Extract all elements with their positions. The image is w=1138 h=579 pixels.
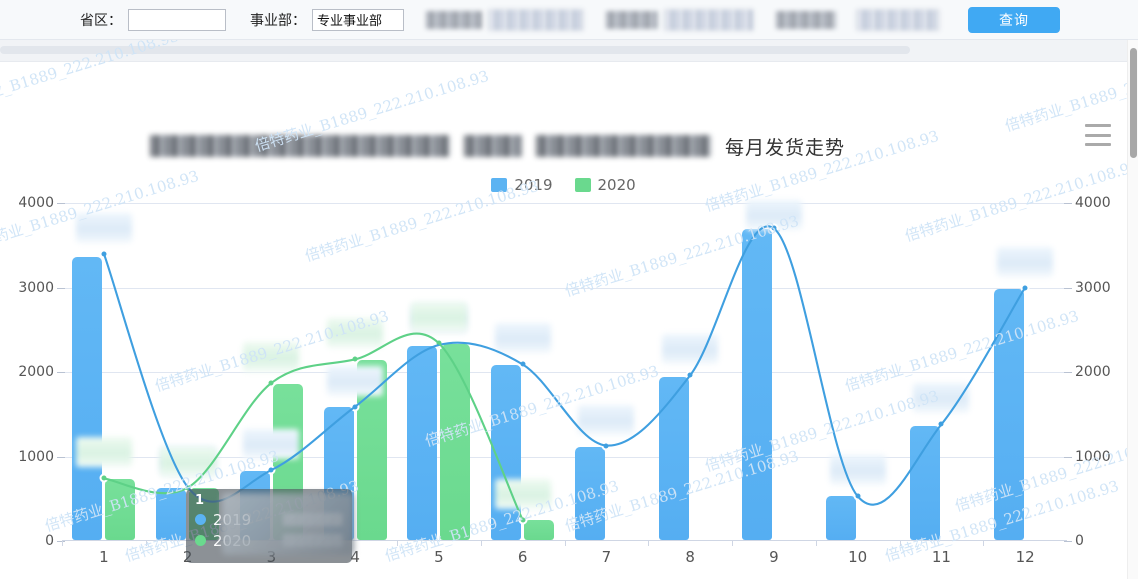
redacted-field-group-3 [776,10,836,29]
legend-label-2020: 2020 [597,176,636,194]
division-label: 事业部： [250,12,306,29]
x-axis-tick-6: 6 [517,548,528,566]
x-axis-tick-1: 1 [99,548,109,566]
y-axis-tick-left-4000: 4000 [18,195,65,211]
chart-panel: 每月发货走势 2019 2020 0 0 1000 1000 2000 2000… [0,40,1127,579]
x-axis-tick-12: 12 [1015,548,1035,566]
line-path-2019 [102,225,1027,506]
x-tick-mark [564,541,566,546]
vertical-scrollbar[interactable] [1127,40,1138,579]
chart-title: 每月发货走势 [150,126,1000,166]
x-tick-mark [145,541,147,546]
province-label: 省区： [80,12,122,29]
x-tick-mark [648,541,650,546]
x-axis-tick-9: 9 [769,548,779,566]
chart-title-text: 每月发货走势 [725,136,846,159]
chart-title-redacted-3 [536,135,711,157]
x-axis-tick-5: 5 [434,548,444,566]
x-tick-mark [397,541,398,546]
division-input[interactable] [312,8,404,31]
x-tick-mark [62,541,63,546]
redacted-label-3 [776,10,836,29]
hamburger-line-3 [1085,143,1111,146]
y-axis-tick-right-1000: 1000 [1064,449,1111,465]
hamburger-line-1 [1085,124,1111,127]
x-tick-mark [480,541,482,546]
chart-legend: 2019 2020 [0,174,1127,196]
tooltip-dot-2020 [195,535,206,546]
y-axis-tick-right-0: 0 [1064,533,1084,549]
redacted-label-1 [426,10,482,29]
query-button[interactable]: 查询 [968,6,1060,33]
redacted-input-4[interactable] [856,8,940,31]
x-axis-tick-8: 8 [685,548,695,566]
vertical-scrollbar-thumb[interactable] [1130,48,1137,158]
y-tick-mark [57,541,65,542]
y-axis-tick-left-2000: 2000 [18,364,65,380]
legend-item-2020[interactable]: 2020 [574,176,636,194]
x-tick-mark [983,541,985,546]
hamburger-menu-icon[interactable] [1085,124,1111,146]
chart-title-redacted-1 [150,135,450,157]
redacted-field-group-4 [856,8,940,31]
x-axis-tick-11: 11 [931,548,951,566]
hamburger-line-2 [1085,133,1111,137]
redacted-field-group-2 [606,8,754,31]
y-axis-tick-right-3000: 3000 [1064,280,1111,296]
redacted-input-2[interactable] [664,8,754,31]
division-field-group: 事业部： [250,8,404,31]
panel-top-strip [0,40,1127,62]
x-axis-tick-7: 7 [601,548,612,566]
y-axis-tick-left-1000: 1000 [18,449,65,465]
redacted-input-1[interactable] [488,8,584,31]
legend-swatch-2019 [491,178,508,192]
y-axis-tick-right-4000: 4000 [1064,195,1111,211]
x-axis-tick-10: 10 [848,548,868,566]
x-tick-mark [899,541,901,546]
redacted-field-group-1 [426,8,584,31]
x-tick-mark [732,541,733,546]
y-axis-tick-left-3000: 3000 [18,280,65,296]
horizontal-scroll-track[interactable] [0,46,910,54]
x-tick-mark [815,541,817,546]
province-input[interactable] [128,8,226,31]
legend-swatch-2020 [574,178,591,192]
y-axis-tick-right-2000: 2000 [1064,364,1111,380]
redacted-label-2 [606,10,658,29]
legend-label-2019: 2019 [514,176,553,194]
province-field-group: 省区： [80,8,226,31]
y-tick-mark [1064,541,1072,542]
tooltip-dot-2019 [195,514,206,525]
page-root: 省区： 事业部： 查询 [0,0,1138,579]
legend-item-2019[interactable]: 2019 [491,176,553,194]
chart-title-redacted-2 [464,135,522,157]
filter-toolbar: 省区： 事业部： 查询 [0,0,1138,40]
tooltip-redacted-overlay [222,493,354,555]
y-axis-tick-left-0: 0 [45,533,65,549]
